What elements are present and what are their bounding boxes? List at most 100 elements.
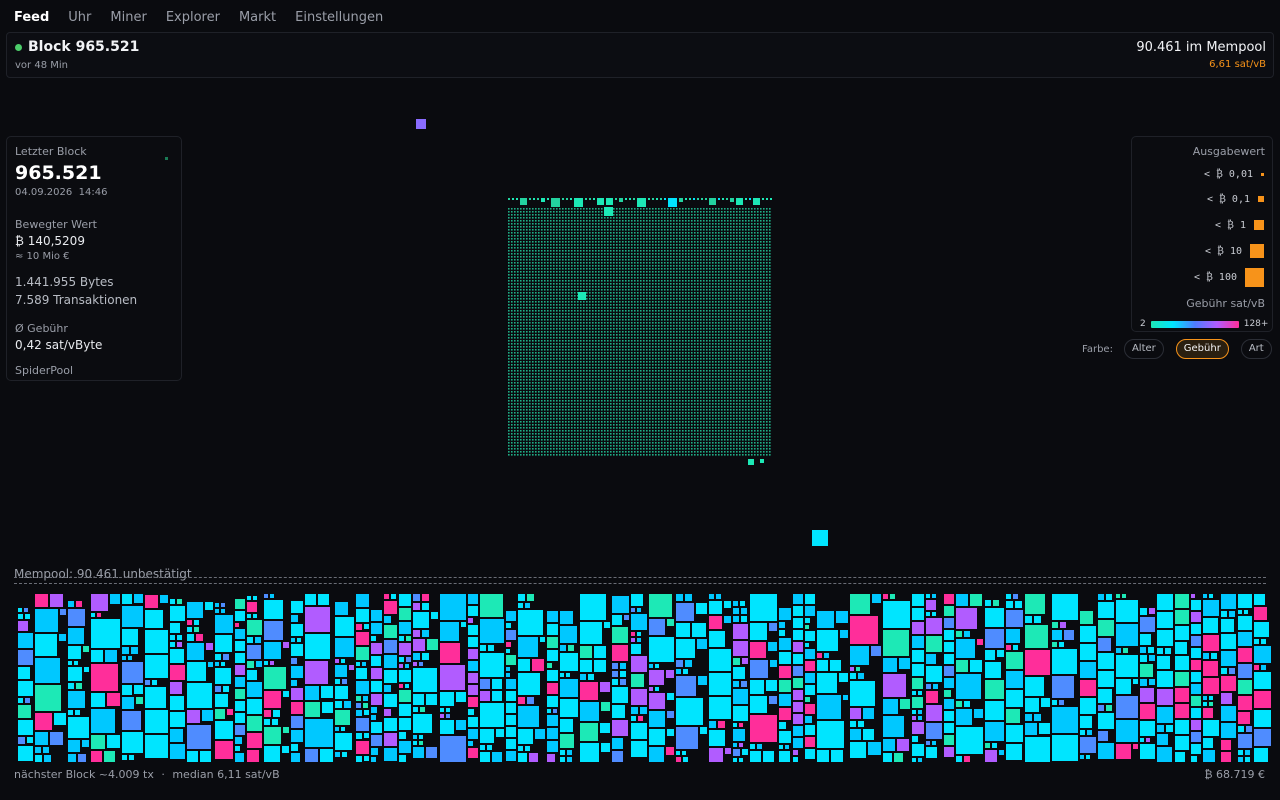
block-tx-dot <box>757 244 759 246</box>
block-tx-dot <box>520 307 522 309</box>
block-tx-dot <box>532 298 534 300</box>
block-tx-dot <box>721 355 723 357</box>
block-tx-dot <box>754 262 756 264</box>
block-tx-dot <box>709 337 711 339</box>
block-tx-dot <box>511 358 513 360</box>
block-tx-dot <box>634 319 636 321</box>
block-tx-dot <box>595 322 597 324</box>
block-tx-dot <box>751 334 753 336</box>
block-tx-dot <box>520 289 522 291</box>
block-tx-dot <box>628 220 630 222</box>
block-tx-dot <box>562 310 564 312</box>
block-tx-dot <box>709 358 711 360</box>
block-tx-dot <box>550 208 552 210</box>
block-tx-dot <box>520 292 522 294</box>
block-tx-dot <box>523 253 525 255</box>
block-tx-dot <box>685 292 687 294</box>
block-tx-dot <box>550 259 552 261</box>
block-tx-dot <box>550 241 552 243</box>
block-tx-dot <box>523 289 525 291</box>
block-tx-dot <box>535 214 537 216</box>
block-tx-dot <box>637 355 639 357</box>
block-tx-dot <box>535 259 537 261</box>
block-tx-dot <box>718 277 720 279</box>
block-tx-dot <box>547 271 549 273</box>
block-tx-dot <box>679 307 681 309</box>
block-tx-dot <box>649 301 651 303</box>
block-tx-dot <box>757 328 759 330</box>
block-tx-dot <box>550 328 552 330</box>
block-tx-dot <box>544 271 546 273</box>
block-tx-dot <box>682 358 684 360</box>
block-tx-dot <box>709 238 711 240</box>
block-tx-dot <box>751 256 753 258</box>
block-tx-dot <box>652 271 654 273</box>
block-tx-dot <box>538 307 540 309</box>
block-tx-dot <box>631 259 633 261</box>
block-tx-dot <box>658 325 660 327</box>
block-tx-dot <box>760 280 762 282</box>
block-tx-dot <box>637 232 639 234</box>
block-tx-dot <box>520 250 522 252</box>
block-tx-dot <box>598 229 600 231</box>
block-tx-dot <box>523 301 525 303</box>
block-tx-dot <box>517 214 519 216</box>
block-tx-dot <box>619 220 621 222</box>
block-tx-dot <box>769 370 771 372</box>
block-tx-dot <box>649 256 651 258</box>
block-tx-dot <box>589 310 591 312</box>
block-tx-dot <box>661 361 663 363</box>
block-tx-dot <box>757 343 759 345</box>
block-tx-dot <box>550 334 552 336</box>
block-tx-dot <box>700 292 702 294</box>
block-tx-dot <box>610 316 612 318</box>
block-tx-dot <box>691 328 693 330</box>
block-tx-dot <box>508 283 510 285</box>
block-tx-dot <box>652 217 654 219</box>
block-tx-dot <box>631 217 633 219</box>
block-tx-dot <box>520 346 522 348</box>
block-tx-dot <box>703 256 705 258</box>
block-tx-dot <box>520 373 522 375</box>
block-visualization[interactable] <box>0 0 1280 560</box>
block-tx-dot <box>697 283 699 285</box>
block-tx-dot <box>760 322 762 324</box>
block-tx-dot <box>694 271 696 273</box>
block-tx-dot <box>676 244 678 246</box>
block-tx-dot <box>532 262 534 264</box>
block-tx-dot <box>541 337 543 339</box>
block-tx-dot <box>610 223 612 225</box>
block-tx-dot <box>610 319 612 321</box>
block-tx-dot <box>760 319 762 321</box>
block-tx-dot <box>544 304 546 306</box>
block-tx-dot <box>580 328 582 330</box>
block-tx-dot <box>538 337 540 339</box>
block-tx-dot <box>670 265 672 267</box>
block-tx-dot <box>604 256 606 258</box>
block-tx-dot <box>622 256 624 258</box>
block-tx-dot <box>700 355 702 357</box>
block-tx-dot <box>565 280 567 282</box>
block-tx-dot <box>658 304 660 306</box>
block-tx-dot <box>706 373 708 375</box>
block-tx-dot <box>598 364 600 366</box>
block-tx-dot <box>607 373 609 375</box>
block-tx-dot <box>757 304 759 306</box>
block-tx-dot <box>586 328 588 330</box>
block-tx-dot <box>532 232 534 234</box>
block-tx-dot <box>673 277 675 279</box>
block-tx-dot <box>652 241 654 243</box>
block-tx-dot <box>544 223 546 225</box>
block-tx-dot <box>523 211 525 213</box>
block-tx-dot <box>754 346 756 348</box>
block-tx-dot <box>640 244 642 246</box>
block-tx-dot <box>706 313 708 315</box>
block-tx-dot <box>511 361 513 363</box>
block-tx-dot <box>619 370 621 372</box>
block-tx-dot <box>610 238 612 240</box>
block-tx-dot <box>712 373 714 375</box>
block-tx-dot <box>766 214 768 216</box>
block-tx-dot <box>679 277 681 279</box>
block-tx-dot <box>760 226 762 228</box>
block-tx-dot <box>718 223 720 225</box>
